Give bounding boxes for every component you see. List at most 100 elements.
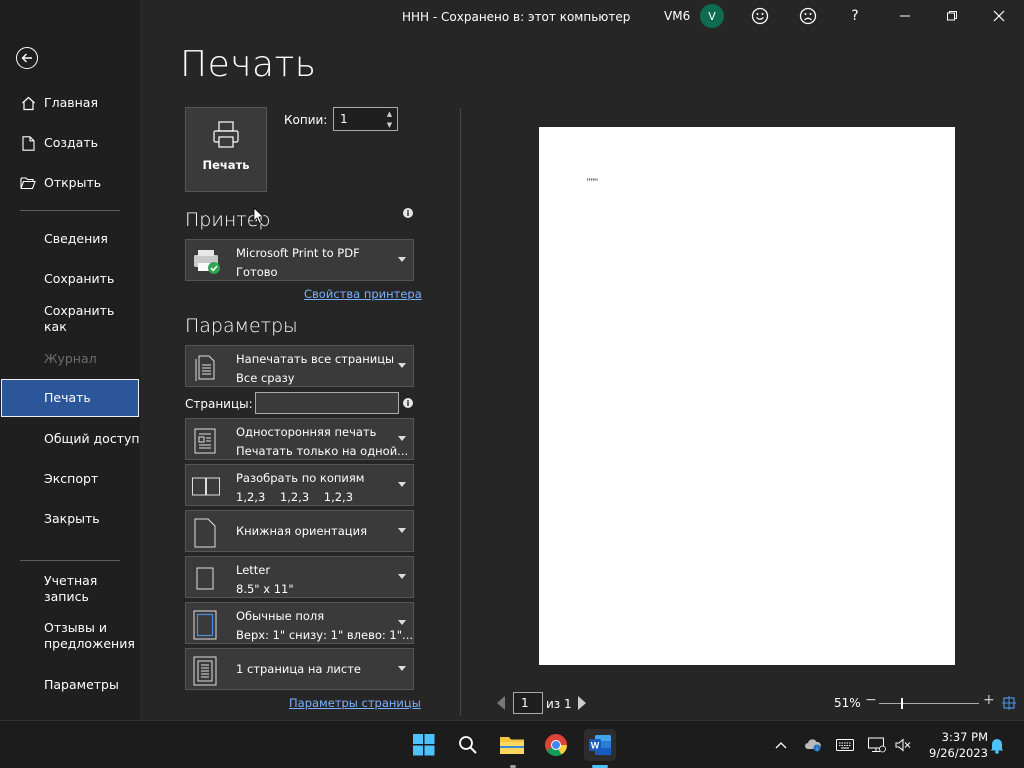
paper-size-select[interactable]: Letter 8.5" x 11" — [185, 556, 414, 598]
keyboard-icon[interactable] — [836, 736, 854, 754]
info-icon[interactable]: i — [403, 398, 413, 408]
mouse-cursor-icon — [253, 207, 265, 225]
sides-select[interactable]: Односторонняя печать Печатать только на … — [185, 418, 414, 460]
back-arrow-icon[interactable] — [16, 47, 38, 69]
volume-muted-icon[interactable] — [894, 736, 912, 754]
printer-status: Готово — [236, 265, 278, 279]
pages-icon — [192, 353, 218, 382]
collation-select[interactable]: Разобрать по копиям 1,2,3 1,2,3 1,2,3 — [185, 464, 414, 506]
onedrive-icon[interactable]: i — [804, 736, 822, 754]
sidebar-item-label: Главная — [44, 95, 98, 110]
sidebar-item-home[interactable]: Главная — [0, 84, 140, 122]
printer-select[interactable]: Microsoft Print to PDF Готово — [185, 239, 414, 281]
page-title: Печать — [180, 44, 317, 85]
previous-page-icon[interactable] — [497, 696, 505, 710]
avatar[interactable]: V — [700, 4, 724, 28]
pages-input[interactable] — [255, 392, 399, 414]
chevron-up-icon[interactable] — [772, 736, 790, 754]
sidebar-item-export[interactable]: Экспорт — [0, 460, 140, 498]
sidebar-item-open[interactable]: Открыть — [0, 164, 140, 202]
network-icon[interactable] — [868, 736, 886, 754]
restore-icon[interactable] — [940, 4, 964, 28]
sidebar-item-label: Экспорт — [44, 471, 99, 486]
pages-per-sheet-select[interactable]: 1 страница на листе — [185, 648, 414, 690]
print-button-label: Печать — [202, 158, 250, 172]
home-icon — [20, 95, 36, 111]
setting-line1: Напечатать все страницы — [236, 352, 395, 366]
help-icon[interactable]: ? — [843, 4, 867, 28]
setting-line1: 1 страница на листе — [236, 662, 362, 676]
portrait-icon — [192, 518, 218, 548]
close-icon[interactable] — [987, 4, 1011, 28]
minimize-icon[interactable] — [893, 4, 917, 28]
clock[interactable]: 3:37 PM 9/26/2023 — [918, 729, 988, 761]
setting-line2: Все сразу — [236, 371, 295, 385]
current-page-input[interactable]: 1 — [513, 692, 543, 714]
sidebar-item-label: Создать — [44, 135, 98, 150]
sidebar-item-label: Общий доступ — [44, 431, 140, 446]
print-range-select[interactable]: Напечатать все страницы Все сразу — [185, 345, 414, 387]
setting-line2: 8.5" x 11" — [236, 582, 294, 596]
setting-line1: Односторонняя печать — [236, 425, 377, 439]
sidebar-item-new[interactable]: Создать — [0, 124, 140, 162]
printer-icon — [213, 121, 239, 148]
page-setup-link[interactable]: Параметры страницы — [289, 696, 421, 710]
sidebar-item-share[interactable]: Общий доступ — [0, 420, 140, 458]
taskbar: W i 3:37 PM 9/26/2023 — [0, 720, 1024, 768]
sidebar-item-save-as[interactable]: Сохранить как — [0, 300, 140, 338]
word-app-icon[interactable]: W — [584, 729, 616, 761]
one-sided-icon — [192, 426, 218, 454]
svg-text:i: i — [816, 747, 817, 753]
sidebar-item-label: Сведения — [44, 231, 108, 246]
backstage-sidebar: Главная Создать Открыть Сведения Сохрани… — [0, 0, 140, 720]
new-document-icon — [20, 135, 36, 151]
print-button[interactable]: Печать — [185, 107, 267, 192]
word-backstage-print: ННН - Сохранено в: этот компьютер VM6 V … — [0, 0, 1024, 768]
orientation-select[interactable]: Книжная ориентация — [185, 510, 414, 552]
smiley-icon[interactable] — [748, 4, 772, 28]
search-icon[interactable] — [452, 729, 484, 761]
printer-properties-link[interactable]: Свойства принтера — [304, 287, 422, 301]
chevron-down-icon — [398, 620, 406, 625]
sidebar-item-label: Отзывы и предложения — [44, 620, 135, 651]
sidebar-item-info[interactable]: Сведения — [0, 220, 140, 258]
zoom-in-button[interactable]: + — [983, 692, 995, 708]
preview-text: ннн — [587, 177, 598, 183]
chevron-down-icon — [398, 436, 406, 441]
zoom-slider-track[interactable] — [879, 703, 979, 704]
copies-stepper[interactable]: ▲ ▼ — [382, 108, 397, 130]
sidebar-item-close[interactable]: Закрыть — [0, 500, 140, 538]
user-label[interactable]: VM6 — [664, 9, 690, 23]
zoom-percent[interactable]: 51% — [834, 696, 861, 710]
sidebar-item-label: Сохранить — [44, 271, 115, 286]
setting-line1: Letter — [236, 563, 271, 577]
setting-line1: Разобрать по копиям — [236, 471, 365, 485]
chevron-up-icon[interactable]: ▲ — [387, 110, 392, 118]
sidebar-item-print[interactable]: Печать — [1, 379, 139, 417]
zoom-slider-thumb[interactable] — [901, 698, 903, 709]
info-icon[interactable]: i — [403, 208, 413, 218]
setting-line2: Верх: 1" снизу: 1" влево: 1"... — [236, 628, 414, 642]
frown-icon[interactable] — [796, 4, 820, 28]
chevron-down-icon[interactable]: ▼ — [387, 121, 392, 129]
sidebar-item-feedback[interactable]: Отзывы и предложения — [0, 616, 140, 656]
notification-bell-icon[interactable] — [988, 736, 1006, 754]
zoom-out-button[interactable]: − — [865, 692, 877, 708]
file-explorer-icon[interactable] — [496, 729, 528, 761]
chevron-down-icon — [398, 528, 406, 533]
sidebar-item-label: Печать — [44, 390, 91, 405]
printer-ready-icon — [192, 247, 220, 275]
sidebar-item-account[interactable]: Учетная запись — [0, 570, 140, 608]
sidebar-item-save[interactable]: Сохранить — [0, 260, 140, 298]
zoom-to-page-icon[interactable] — [1002, 695, 1016, 710]
sidebar-item-label: Параметры — [44, 677, 119, 692]
sidebar-item-options[interactable]: Параметры — [0, 666, 140, 704]
margins-select[interactable]: Обычные поля Верх: 1" снизу: 1" влево: 1… — [185, 602, 414, 644]
paper-size-icon — [192, 564, 218, 592]
windows-start-icon[interactable] — [408, 729, 440, 761]
pages-per-sheet-icon — [192, 656, 218, 686]
sidebar-divider — [20, 210, 120, 211]
next-page-icon[interactable] — [578, 696, 586, 710]
chrome-icon[interactable] — [540, 729, 572, 761]
print-preview-page: ннн — [539, 127, 955, 665]
